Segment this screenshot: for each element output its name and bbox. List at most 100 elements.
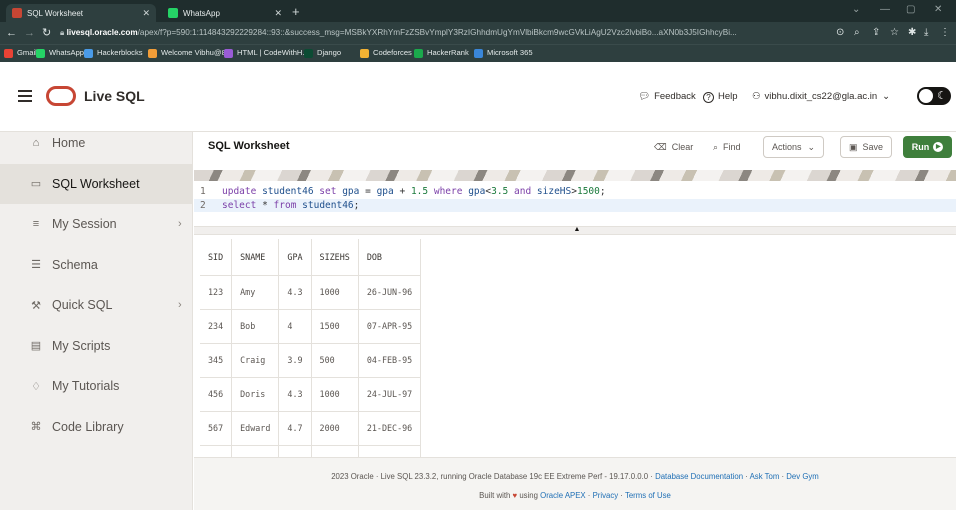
maximize-icon[interactable]: ▢ — [906, 4, 915, 15]
privacy-link[interactable]: Privacy — [593, 491, 619, 500]
table-cell: Amy — [231, 275, 280, 310]
oracle-logo — [46, 86, 76, 106]
table-cell: 345 — [200, 343, 233, 378]
home-icon: ⌂ — [32, 137, 40, 149]
dev-gym-link[interactable]: Dev Gym — [786, 472, 819, 481]
sidebar-item-label: Quick SQL — [52, 298, 113, 312]
bookmark-favicon-icon — [84, 48, 93, 58]
toggle-knob — [919, 89, 933, 103]
table-cell: 4.3 — [278, 275, 312, 310]
bookmark-item[interactable]: Microsoft 365 — [474, 47, 533, 59]
table-cell: 4.3 — [278, 377, 312, 412]
table-cell: 4.7 — [278, 411, 312, 446]
back-icon[interactable]: ← — [6, 25, 17, 41]
editor-results-splitter[interactable]: ▲ — [194, 226, 956, 235]
sidebar-item-my-tutorials[interactable]: ♢ My Tutorials — [0, 366, 193, 406]
code-line: select * from student46; — [222, 200, 360, 211]
browser-tab[interactable]: SQL Worksheet ✕ — [6, 4, 156, 22]
footer-line-1: 2023 Oracle · Live SQL 23.3.2, running O… — [331, 472, 819, 481]
sidebar-item-code-library[interactable]: ⌘ Code Library — [0, 407, 193, 447]
tab-title: SQL Worksheet — [27, 8, 84, 18]
worksheet-title: SQL Worksheet — [208, 140, 290, 152]
sidebar-item-sql-worksheet[interactable]: ▭ SQL Worksheet — [0, 163, 193, 204]
find-button[interactable]: ⌕ Find — [713, 136, 741, 158]
forward-icon[interactable]: → — [24, 25, 35, 41]
bookmark-label: Welcome Vibhu@88 — [161, 48, 231, 57]
ask-tom-link[interactable]: Ask Tom — [750, 472, 780, 481]
zoom-icon[interactable]: ⌕ — [854, 26, 860, 40]
terms-of-use-link[interactable]: Terms of Use — [625, 491, 671, 500]
sidebar-item-label: My Session — [52, 217, 117, 231]
theme-toggle[interactable]: ☾ — [917, 87, 951, 105]
table-cell: 4 — [278, 309, 312, 344]
table-cell: 234 — [200, 309, 233, 344]
editor-line-1: 1 update student46 set gpa = gpa + 1.5 w… — [194, 185, 956, 198]
sql-editor[interactable]: 1 update student46 set gpa = gpa + 1.5 w… — [194, 181, 956, 223]
table-cell: 26-JUN-96 — [358, 275, 422, 310]
share-icon[interactable]: ⇪ — [872, 26, 880, 40]
download-icon[interactable]: ⤓ — [924, 26, 928, 40]
line-number: 1 — [200, 186, 206, 197]
bookmark-item[interactable]: Codeforces — [360, 47, 412, 59]
database-documentation-link[interactable]: Database Documentation — [655, 472, 743, 481]
play-icon: ▶ — [933, 142, 944, 152]
save-button[interactable]: ▣ Save — [840, 136, 893, 158]
sidebar-item-home[interactable]: ⌂ Home — [0, 123, 193, 163]
table-cell: 567 — [200, 411, 233, 446]
hamburger-menu-icon[interactable] — [18, 90, 32, 102]
browser-tab[interactable]: WhatsApp ✕ — [162, 4, 288, 22]
close-tab-icon[interactable]: ✕ — [142, 8, 150, 19]
table-cell: Bob — [231, 309, 280, 344]
sidebar-item-label: SQL Worksheet — [52, 176, 140, 191]
reload-icon[interactable]: ↻ — [42, 25, 51, 41]
code-line: update student46 set gpa = gpa + 1.5 whe… — [222, 186, 606, 197]
sidebar-item-my-scripts[interactable]: ▤ My Scripts — [0, 326, 193, 366]
run-button[interactable]: Run ▶ — [903, 136, 952, 158]
bookmark-favicon-icon — [36, 48, 45, 58]
bookmark-item[interactable]: Django — [304, 47, 341, 59]
table-cell: 123 — [200, 275, 233, 310]
sidebar-item-my-session[interactable]: ≡ My Session › — [0, 204, 193, 244]
bookmark-label: HackerRank — [427, 48, 469, 57]
google-lens-icon[interactable]: ⊙ — [836, 26, 844, 40]
app-title: Live SQL — [84, 88, 145, 104]
oracle-apex-link[interactable]: Oracle APEX — [540, 491, 586, 500]
sidebar-item-label: My Scripts — [52, 338, 111, 353]
close-window-icon[interactable]: ✕ — [934, 4, 942, 15]
table-row: 123 Amy 4.3 1000 26-JUN-96 — [200, 275, 422, 310]
user-menu[interactable]: ⚇ vibhu.dixit_cs22@gla.ac.in ⌄ — [752, 90, 890, 104]
help-link[interactable]: ? Help — [703, 90, 738, 104]
new-tab-button[interactable]: + — [292, 4, 300, 20]
feedback-link[interactable]: 💬︎ Feedback — [638, 90, 696, 104]
bookmark-item[interactable]: Welcome Vibhu@88 — [148, 47, 230, 59]
tab-search-icon[interactable]: ⌄ — [852, 4, 860, 15]
actions-menu-button[interactable]: Actions ⌄ — [763, 136, 825, 158]
url-field[interactable]: 🔒︎ livesql.oracle.com/apex/f?p=590:1:114… — [60, 25, 830, 41]
sidebar-item-schema[interactable]: ☰ Schema — [0, 245, 193, 285]
column-header: DOB — [358, 239, 422, 276]
help-icon: ? — [703, 91, 714, 103]
tab-favicon-icon — [12, 8, 22, 18]
bookmark-label: Hackerblocks — [97, 48, 143, 57]
minimize-icon[interactable]: — — [880, 4, 890, 15]
collapse-up-icon[interactable]: ▲ — [564, 225, 590, 234]
close-tab-icon[interactable]: ✕ — [274, 8, 282, 19]
bookmark-item[interactable]: Gmail — [4, 47, 37, 59]
bookmark-item[interactable]: HTML | CodeWithH... — [224, 47, 309, 59]
bookmark-star-icon[interactable]: ☆ — [890, 26, 899, 40]
bookmark-item[interactable]: WhatsApp — [36, 47, 84, 59]
table-row: 234 Bob 4 1500 07-APR-95 — [200, 309, 422, 344]
chevron-right-icon: › — [178, 218, 182, 230]
clear-button[interactable]: ⌫ Clear — [654, 136, 693, 158]
bookmark-favicon-icon — [224, 48, 233, 58]
sidebar-item-label: My Tutorials — [52, 379, 120, 393]
save-icon: ▣ — [849, 142, 858, 152]
extensions-icon[interactable]: ✱ — [908, 26, 916, 40]
bookmark-item[interactable]: HackerRank — [414, 47, 469, 59]
sidebar-item-quick-sql[interactable]: ⚒ Quick SQL › — [0, 285, 193, 325]
bookmark-item[interactable]: Hackerblocks — [84, 47, 143, 59]
menu-icon[interactable]: ⋮ — [940, 26, 950, 40]
results-table: SID SNAME GPA SIZEHS DOB 123 Amy 4.3 1000 26-JUN… — [200, 239, 422, 479]
bookmark-label: Codeforces — [373, 48, 412, 57]
table-cell: 21-DEC-96 — [358, 411, 422, 446]
